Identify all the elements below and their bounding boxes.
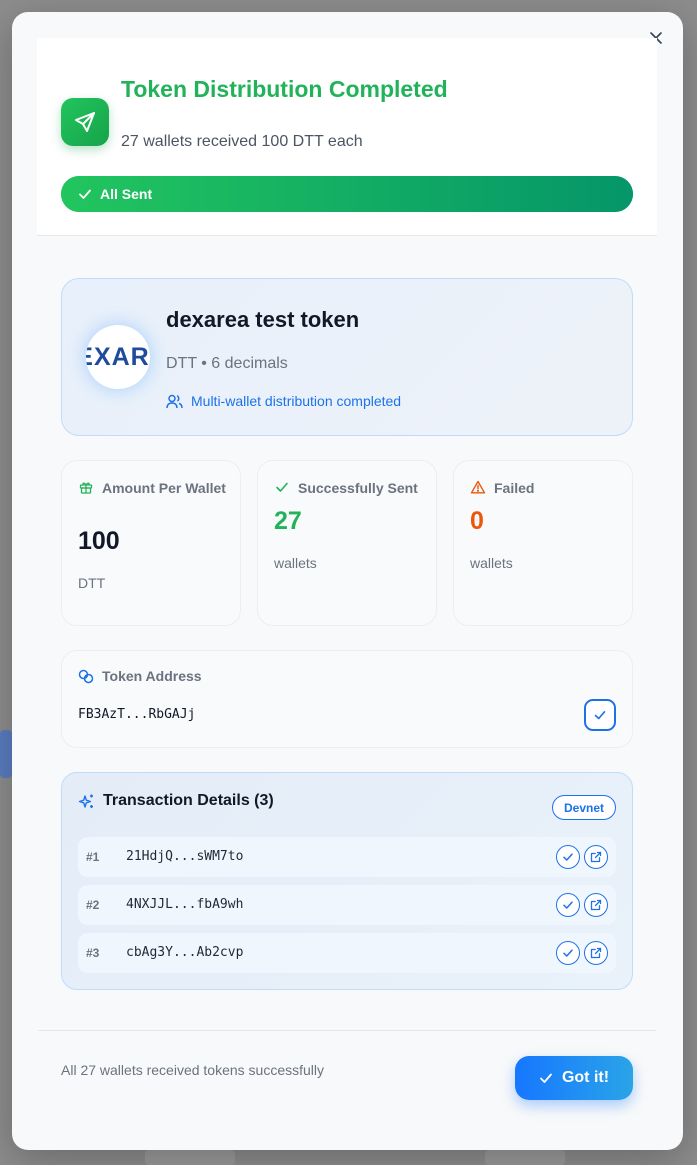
token-address-card: Token Address FB3AzT...RbGAJj: [61, 650, 633, 748]
modal-header: Token Distribution Completed 27 wallets …: [37, 38, 657, 236]
stat-sent-card: Successfully Sent 27 wallets: [257, 460, 437, 626]
token-card: EXAR dexarea test token DTT • 6 decimals…: [61, 278, 633, 436]
stat-failed-label: Failed: [470, 478, 622, 498]
gift-icon: [79, 482, 93, 494]
check-icon: [563, 949, 573, 957]
copy-transaction-button[interactable]: [556, 893, 580, 917]
got-it-label: Got it!: [561, 1069, 610, 1086]
check-icon: [594, 711, 606, 720]
warning-icon: [470, 480, 486, 494]
token-status: Multi-wallet distribution completed: [166, 393, 401, 409]
footer-message: All 27 wallets received tokens successfu…: [61, 1062, 325, 1078]
check-icon: [276, 482, 288, 492]
token-status-text: Multi-wallet distribution completed: [191, 393, 402, 409]
got-it-button[interactable]: Got it!: [515, 1056, 633, 1100]
transaction-hash: 4NXJJL...fbA9wh: [126, 897, 244, 912]
transaction-hash: cbAg3Y...Ab2cvp: [126, 945, 244, 960]
token-address-value: FB3AzT...RbGAJj: [78, 707, 196, 722]
check-icon: [563, 853, 573, 861]
stat-amount-value: 100: [78, 527, 120, 555]
transaction-number: #2: [86, 898, 100, 912]
stat-amount-label: Amount Per Wallet: [78, 478, 230, 498]
backdrop-element: [145, 1150, 235, 1165]
stat-sent-label: Successfully Sent: [274, 478, 426, 498]
stat-sent-value: 27: [274, 507, 302, 535]
check-icon: [563, 901, 573, 909]
progress-label: All Sent: [100, 186, 153, 202]
backdrop-element: [485, 1150, 565, 1165]
stat-failed-unit: wallets: [470, 555, 513, 571]
transaction-details-title: Transaction Details (3): [78, 792, 274, 810]
network-badge: Devnet: [551, 795, 616, 820]
link-icon: [78, 669, 94, 683]
progress-status: All Sent: [78, 176, 152, 212]
stat-failed-card: Failed 0 wallets: [453, 460, 633, 626]
check-icon: [540, 1073, 552, 1083]
external-link-icon: [590, 851, 602, 863]
copy-address-button[interactable]: [584, 699, 616, 731]
stat-failed-value: 0: [470, 507, 484, 535]
stat-amount-unit: DTT: [78, 575, 106, 591]
token-logo-text: EXAR: [86, 342, 150, 371]
sparkles-icon: [78, 794, 93, 808]
token-address-label: Token Address: [78, 668, 202, 684]
transaction-row: #3 cbAg3Y...Ab2cvp: [78, 933, 616, 973]
footer-divider: [38, 1030, 656, 1031]
copy-transaction-button[interactable]: [556, 845, 580, 869]
transaction-details-card: Transaction Details (3) Devnet #1 21HdjQ…: [61, 772, 633, 990]
send-icon: [61, 98, 109, 146]
transaction-hash: 21HdjQ...sWM7to: [126, 849, 244, 864]
copy-transaction-button[interactable]: [556, 941, 580, 965]
transaction-number: #1: [86, 850, 100, 864]
open-explorer-button[interactable]: [584, 845, 608, 869]
external-link-icon: [590, 947, 602, 959]
stat-sent-unit: wallets: [274, 555, 317, 571]
modal-subtitle: 27 wallets received 100 DTT each: [121, 133, 363, 150]
distribution-modal: Token Distribution Completed 27 wallets …: [12, 12, 683, 1150]
open-explorer-button[interactable]: [584, 941, 608, 965]
modal-title: Token Distribution Completed: [121, 76, 448, 102]
backdrop-element: [0, 730, 12, 778]
stat-amount-card: Amount Per Wallet 100 DTT: [61, 460, 241, 626]
progress-bar: All Sent: [61, 176, 633, 212]
transaction-number: #3: [86, 946, 100, 960]
users-icon: [166, 394, 183, 408]
transaction-row: #1 21HdjQ...sWM7to: [78, 837, 616, 877]
transaction-row: #2 4NXJJL...fbA9wh: [78, 885, 616, 925]
token-logo: EXAR: [86, 325, 150, 389]
external-link-icon: [590, 899, 602, 911]
open-explorer-button[interactable]: [584, 893, 608, 917]
check-icon: [79, 189, 91, 199]
token-name: dexarea test token: [166, 307, 360, 332]
token-meta: DTT • 6 decimals: [166, 355, 288, 372]
